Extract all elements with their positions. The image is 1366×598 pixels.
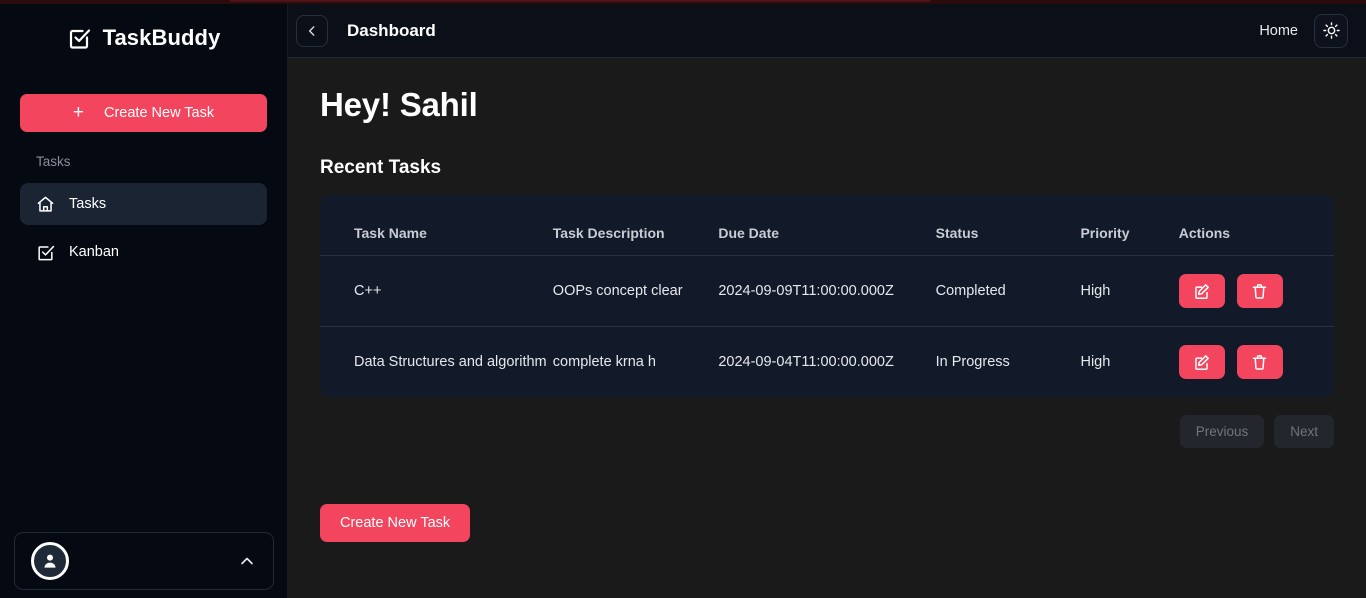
sidebar-item-label: Tasks: [69, 196, 107, 212]
cell-status: In Progress: [935, 354, 1010, 370]
cell-task-name: Data Structures and algorithm: [354, 354, 547, 370]
cell-task-description: complete krna h: [552, 354, 656, 370]
column-header-priority: Priority: [1080, 195, 1179, 256]
edit-task-button[interactable]: [1178, 274, 1225, 308]
cell-actions: [1178, 327, 1334, 398]
avatar: [31, 542, 69, 580]
tasks-table-card: Task Name Task Description Due Date Stat…: [320, 195, 1334, 397]
main-area: Dashboard Home Hey! Sahil Recent Tasks T…: [288, 0, 1366, 598]
tasks-table: Task Name Task Description Due Date Stat…: [320, 195, 1334, 397]
sidebar-nav: Tasks Kanban: [0, 183, 287, 279]
trash-icon: [1250, 282, 1269, 301]
checkbox-check-icon: [36, 243, 55, 262]
app-root: TaskBuddy + Create New Task Tasks Tasks: [0, 0, 1366, 598]
row-action-group: [1178, 345, 1334, 379]
delete-task-button[interactable]: [1236, 345, 1283, 379]
plus-icon: +: [72, 102, 84, 123]
sidebar-collapse-button[interactable]: [296, 14, 328, 47]
theme-toggle-button[interactable]: [1314, 13, 1348, 48]
brand: TaskBuddy: [0, 4, 287, 72]
sun-icon: [1322, 21, 1341, 40]
cell-status: Completed: [935, 255, 1081, 327]
user-icon: [44, 554, 56, 568]
window-top-strip: [0, 0, 1366, 4]
column-header-due-date: Due Date: [718, 195, 936, 256]
pagination: Previous Next: [320, 415, 1334, 448]
checkbox-check-icon: [67, 26, 91, 50]
cell-task-description: OOPs concept clear: [552, 255, 719, 327]
edit-task-button[interactable]: [1178, 345, 1225, 379]
create-new-task-button-sidebar[interactable]: + Create New Task: [20, 94, 267, 132]
greeting-heading: Hey! Sahil: [320, 86, 478, 123]
topbar: Dashboard Home: [288, 4, 1366, 58]
brand-name: TaskBuddy: [102, 25, 221, 50]
pagination-previous-button[interactable]: Previous: [1179, 415, 1265, 448]
table-header-row: Task Name Task Description Due Date Stat…: [320, 195, 1334, 256]
tasks-table-body: C++ OOPs concept clear 2024-09-09T11:00:…: [320, 255, 1334, 398]
recent-tasks-heading: Recent Tasks: [320, 157, 442, 178]
sidebar: TaskBuddy + Create New Task Tasks Tasks: [0, 0, 288, 598]
sidebar-section-label: Tasks: [36, 154, 71, 169]
cell-actions: [1178, 255, 1334, 327]
column-header-task-name: Task Name: [320, 195, 553, 256]
sidebar-item-label: Kanban: [69, 244, 119, 260]
home-icon: [36, 195, 55, 214]
edit-pencil-icon: [1192, 353, 1211, 372]
create-new-task-button-main[interactable]: Create New Task: [320, 504, 471, 542]
table-row: C++ OOPs concept clear 2024-09-09T11:00:…: [320, 255, 1334, 327]
delete-task-button[interactable]: [1236, 274, 1283, 308]
table-row: Data Structures and algorithm complete k…: [320, 327, 1334, 398]
chevron-up-icon[interactable]: [237, 551, 257, 571]
cell-due-date: 2024-09-04T11:00:00.000Z: [718, 354, 894, 370]
tasks-table-head: Task Name Task Description Due Date Stat…: [320, 195, 1334, 256]
page-title: Dashboard: [347, 20, 436, 40]
window-top-strip-accent: [230, 0, 930, 2]
profile-card[interactable]: [14, 532, 274, 590]
row-action-group: [1178, 274, 1334, 308]
cell-task-name: C++: [320, 255, 553, 327]
chevron-left-icon: [305, 24, 319, 38]
home-link[interactable]: Home: [1259, 23, 1298, 39]
pagination-next-button[interactable]: Next: [1274, 415, 1334, 448]
sidebar-item-tasks[interactable]: Tasks: [20, 183, 267, 225]
trash-icon: [1250, 353, 1269, 372]
cell-priority: High: [1080, 354, 1111, 370]
sidebar-item-kanban[interactable]: Kanban: [20, 231, 267, 273]
cell-priority: High: [1080, 255, 1179, 327]
create-new-task-label: Create New Task: [103, 105, 215, 121]
column-header-status: Status: [935, 195, 1081, 256]
column-header-task-description: Task Description: [552, 195, 719, 256]
cell-due-date: 2024-09-09T11:00:00.000Z: [718, 255, 936, 327]
column-header-actions: Actions: [1178, 195, 1334, 256]
content: Hey! Sahil Recent Tasks Task Name Task D…: [288, 58, 1366, 598]
edit-pencil-icon: [1192, 282, 1211, 301]
topbar-right: Home: [1259, 13, 1348, 48]
